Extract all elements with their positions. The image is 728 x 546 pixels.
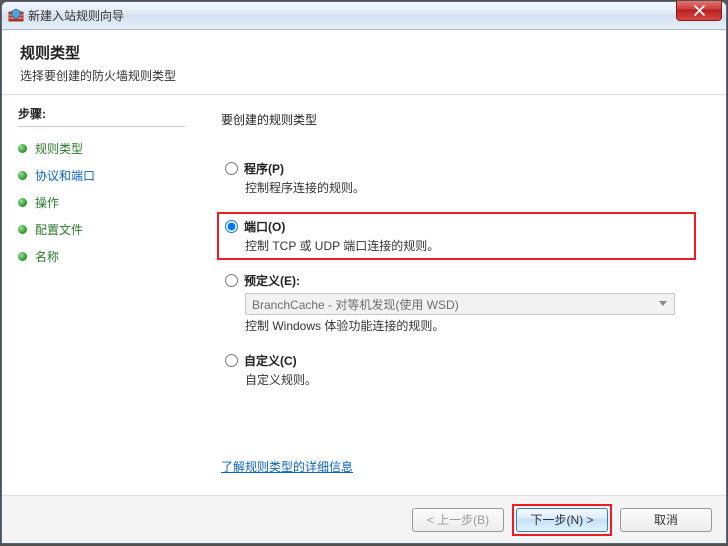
option-predefined-label: 预定义(E): [244, 272, 300, 289]
learn-more-link[interactable]: 了解规则类型的详细信息 [221, 458, 696, 475]
title-bar[interactable]: 新建入站规则向导 [2, 2, 726, 30]
radio-port[interactable] [225, 220, 238, 233]
bullet-icon [18, 171, 27, 180]
option-predefined-desc: 控制 Windows 体验功能连接的规则。 [245, 317, 692, 334]
option-custom: 自定义(C) 自定义规则。 [221, 350, 696, 390]
firewall-icon [8, 8, 24, 24]
option-custom-label: 自定义(C) [244, 352, 297, 369]
page-title: 规则类型 [20, 42, 708, 63]
sidebar-item-name[interactable]: 名称 [18, 243, 185, 270]
predefined-combo-value: BranchCache - 对等机发现(使用 WSD) [252, 296, 459, 313]
bullet-icon [18, 252, 27, 261]
bullet-icon [18, 198, 27, 207]
option-program: 程序(P) 控制程序连接的规则。 [221, 158, 696, 198]
sidebar-item-label: 名称 [35, 248, 59, 265]
close-button[interactable] [676, 1, 722, 21]
steps-sidebar: 步骤: 规则类型 协议和端口 操作 配置文件 名称 [2, 95, 197, 495]
steps-heading: 步骤: [18, 105, 185, 122]
radio-program[interactable] [225, 162, 238, 175]
sidebar-item-protocol-port[interactable]: 协议和端口 [18, 162, 185, 189]
chevron-down-icon [654, 295, 672, 313]
option-program-desc: 控制程序连接的规则。 [245, 179, 692, 196]
sidebar-item-label: 配置文件 [35, 221, 83, 238]
bullet-icon [18, 144, 27, 153]
question-label: 要创建的规则类型 [221, 111, 696, 128]
sidebar-item-label: 规则类型 [35, 140, 83, 157]
back-button: < 上一步(B) [412, 508, 504, 532]
wizard-header: 规则类型 选择要创建的防火墙规则类型 [2, 30, 726, 95]
next-button-highlight: 下一步(N) > [512, 504, 612, 536]
close-icon [694, 5, 705, 16]
sidebar-item-profile[interactable]: 配置文件 [18, 216, 185, 243]
option-port-row[interactable]: 端口(O) [225, 218, 688, 235]
option-port-desc: 控制 TCP 或 UDP 端口连接的规则。 [245, 237, 688, 254]
option-port: 端口(O) 控制 TCP 或 UDP 端口连接的规则。 [217, 212, 696, 260]
bullet-icon [18, 225, 27, 234]
options-group: 程序(P) 控制程序连接的规则。 端口(O) 控制 TCP 或 UDP 端口连接… [221, 158, 696, 404]
next-button[interactable]: 下一步(N) > [516, 508, 608, 532]
option-predefined-row[interactable]: 预定义(E): [225, 272, 692, 289]
option-predefined: 预定义(E): BranchCache - 对等机发现(使用 WSD) 控制 W… [221, 270, 696, 336]
window-title: 新建入站规则向导 [28, 7, 124, 24]
wizard-window: 新建入站规则向导 规则类型 选择要创建的防火墙规则类型 步骤: 规则类型 协议和… [1, 1, 727, 544]
option-program-row[interactable]: 程序(P) [225, 160, 692, 177]
option-program-label: 程序(P) [244, 160, 284, 177]
sidebar-item-rule-type[interactable]: 规则类型 [18, 135, 185, 162]
sidebar-item-action[interactable]: 操作 [18, 189, 185, 216]
radio-predefined[interactable] [225, 274, 238, 287]
divider [18, 126, 185, 127]
wizard-footer: < 上一步(B) 下一步(N) > 取消 [2, 495, 726, 543]
sidebar-item-label: 协议和端口 [35, 167, 95, 184]
option-custom-desc: 自定义规则。 [245, 371, 692, 388]
content-pane: 要创建的规则类型 程序(P) 控制程序连接的规则。 端口(O) 控制 TCP 或… [197, 95, 726, 495]
option-port-label: 端口(O) [244, 218, 285, 235]
predefined-combo: BranchCache - 对等机发现(使用 WSD) [245, 293, 675, 315]
radio-custom[interactable] [225, 354, 238, 367]
page-subtitle: 选择要创建的防火墙规则类型 [20, 67, 708, 84]
option-custom-row[interactable]: 自定义(C) [225, 352, 692, 369]
wizard-body: 步骤: 规则类型 协议和端口 操作 配置文件 名称 [2, 95, 726, 495]
cancel-button[interactable]: 取消 [620, 508, 712, 532]
sidebar-item-label: 操作 [35, 194, 59, 211]
